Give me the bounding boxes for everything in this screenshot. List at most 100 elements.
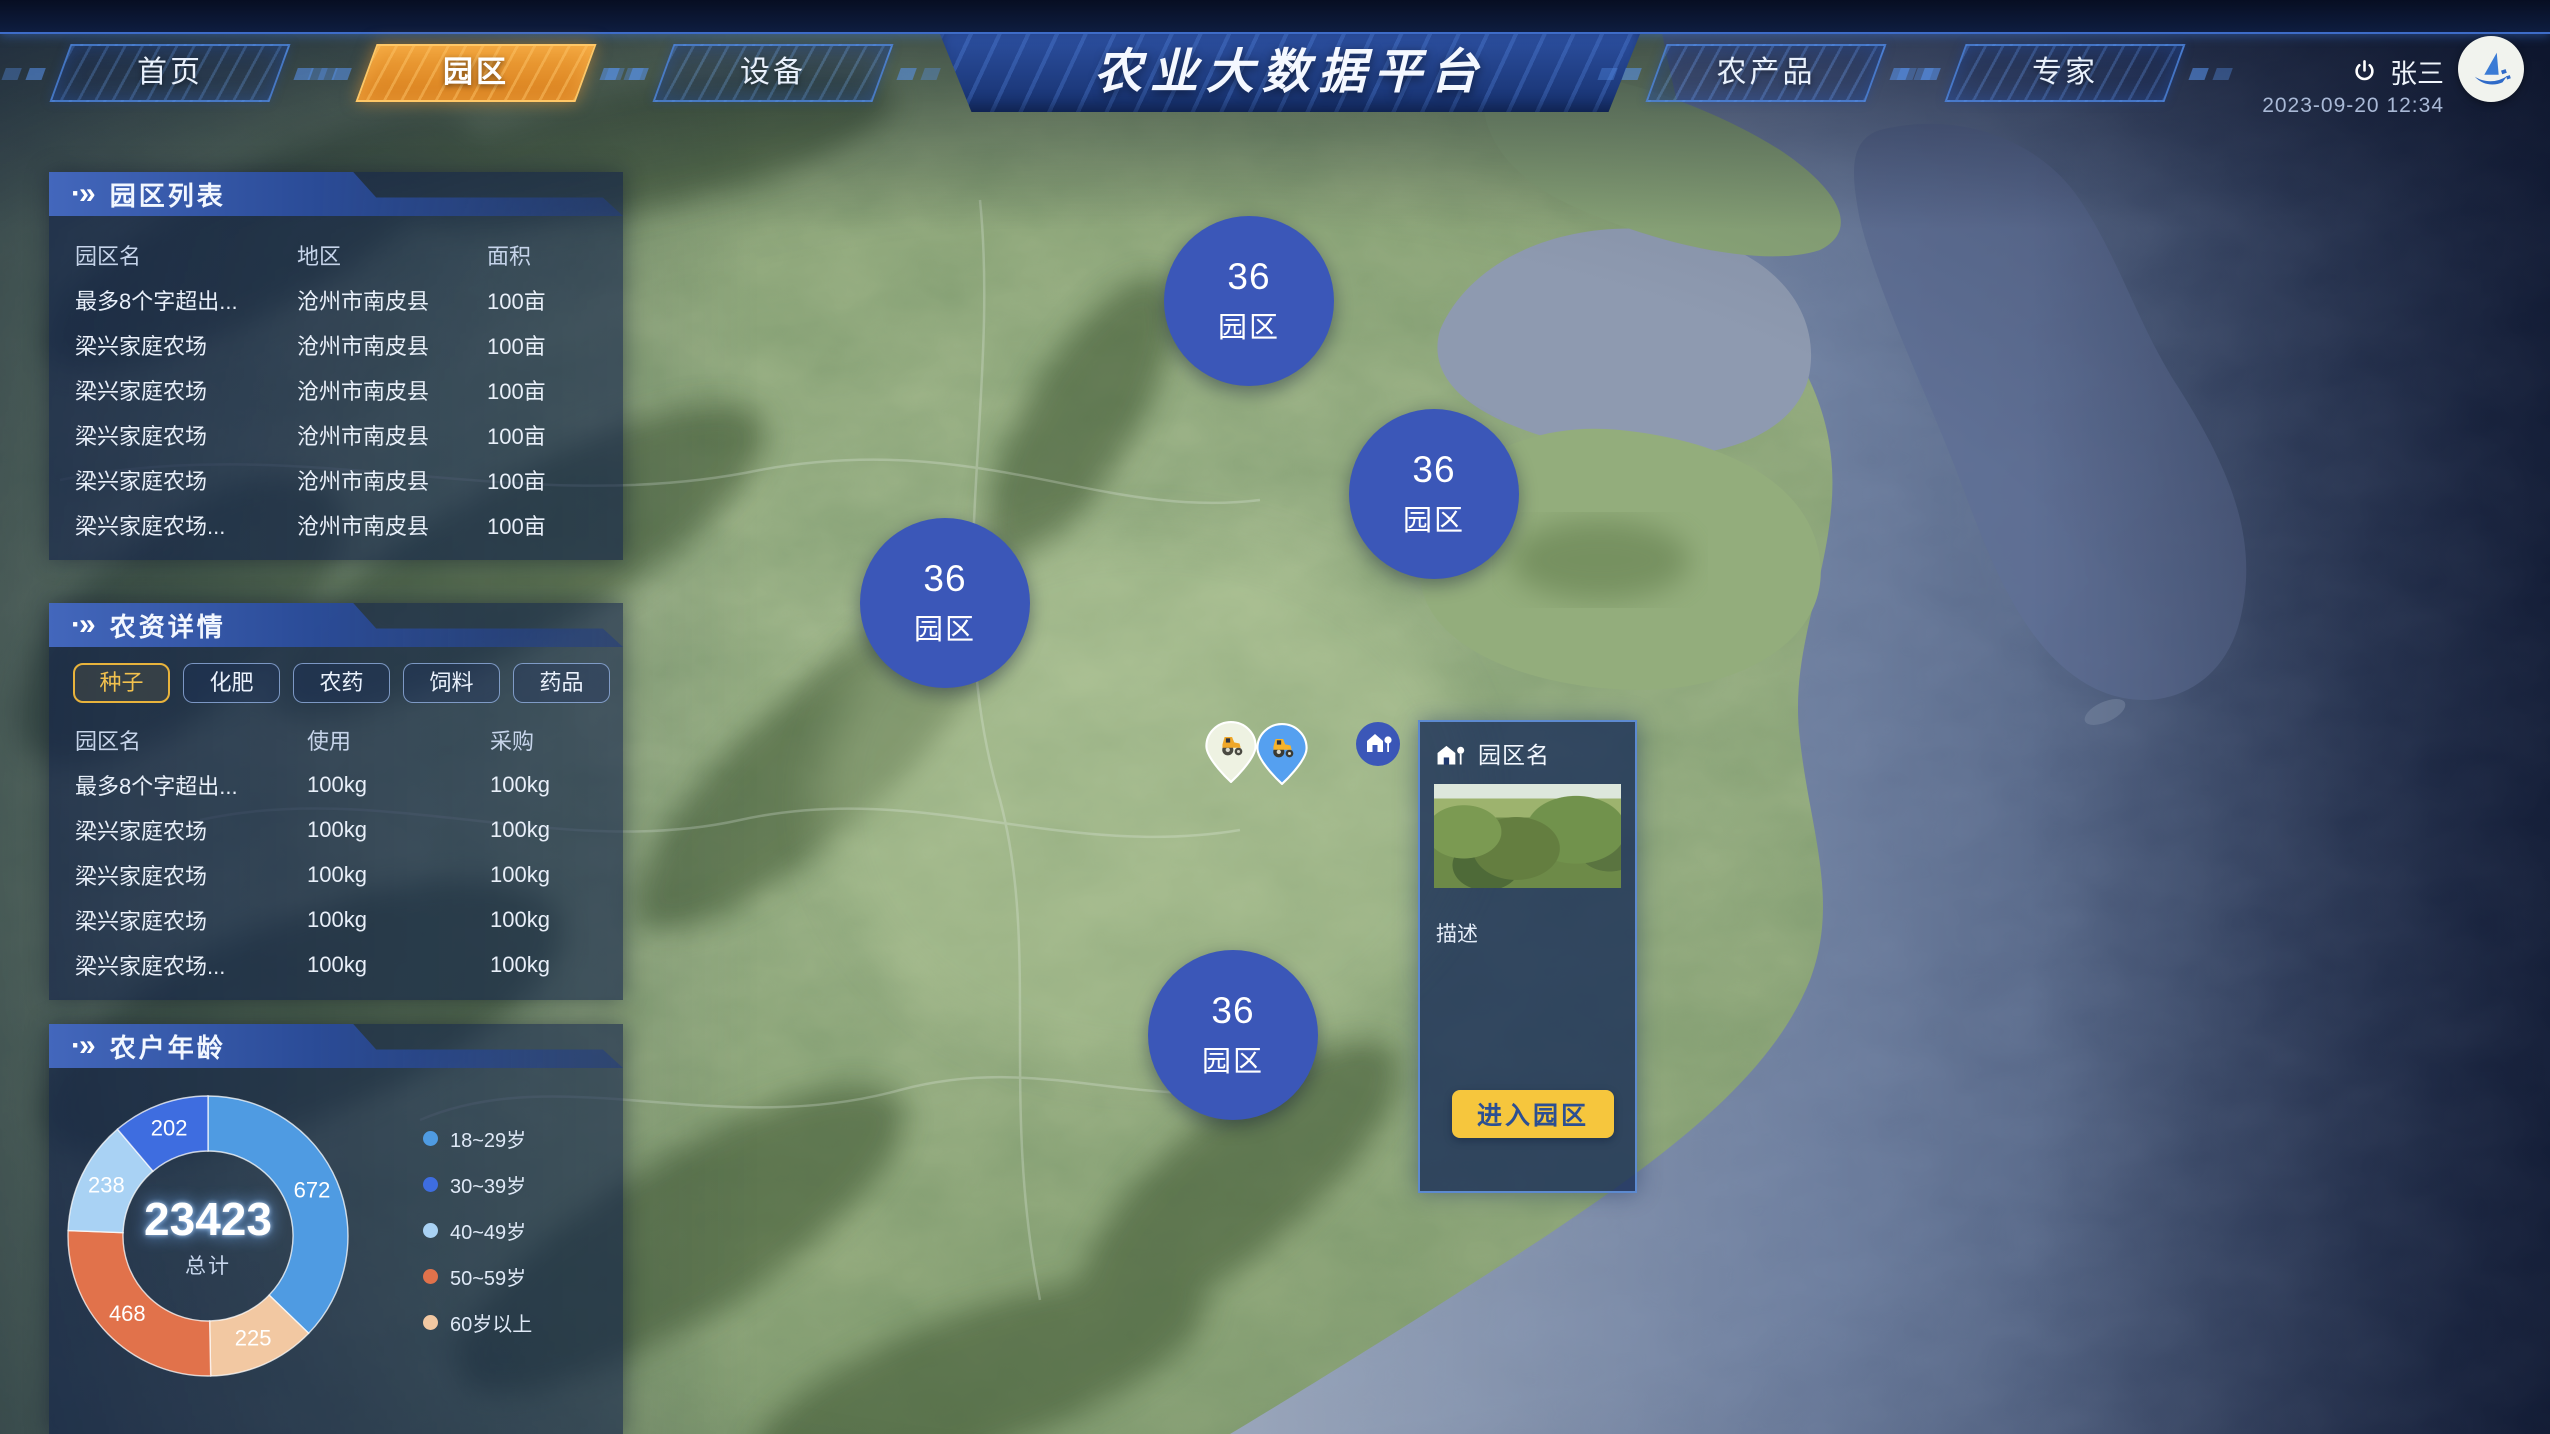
materials-header: 农资详情: [49, 603, 623, 647]
nav-item-experts[interactable]: 专家: [1944, 44, 2185, 102]
table-row[interactable]: 梁兴家庭农场100kg100kg: [49, 852, 623, 897]
table-cell: 100kg: [307, 772, 490, 798]
table-cell: 100亩: [487, 419, 623, 451]
table-row[interactable]: 最多8个字超出...沧州市南皮县100亩: [49, 277, 623, 322]
cluster-marker-0[interactable]: 36园区: [1164, 216, 1334, 386]
nav-item-devices[interactable]: 设备: [652, 44, 893, 102]
table-cell: 最多8个字超出...: [75, 769, 307, 801]
agriculture-dashboard: 农业大数据平台 首页 园区 设备 农产品 专家 张三 2023-09-20 12…: [0, 0, 2550, 1434]
legend-label: 30~39岁: [450, 1170, 526, 1199]
donut-value-label: 202: [151, 1116, 188, 1141]
table-cell: 梁兴家庭农场: [75, 329, 297, 361]
nav-item-home[interactable]: 首页: [49, 44, 290, 102]
panel-title: 农资详情: [110, 607, 226, 644]
table-cell: 梁兴家庭农场: [75, 814, 307, 846]
park-list-header: 园区列表: [49, 172, 623, 216]
power-icon[interactable]: [2351, 58, 2378, 85]
table-header-row: 园区名地区面积: [49, 232, 623, 277]
table-cell: 沧州市南皮县: [297, 374, 487, 406]
table-cell: 100kg: [490, 862, 623, 888]
datetime: 2023-09-20 12:34: [2262, 94, 2444, 118]
legend-label: 40~49岁: [450, 1216, 526, 1245]
cluster-marker-2[interactable]: 36 园区: [860, 518, 1030, 688]
farmer-age-donut-chart: 672225468238202: [58, 1086, 358, 1386]
table-row[interactable]: 梁兴家庭农场100kg100kg: [49, 897, 623, 942]
table-cell: 100kg: [307, 862, 490, 888]
nav-item-parks[interactable]: 园区: [355, 44, 596, 102]
legend-dot-icon: [423, 1131, 438, 1146]
enter-park-button[interactable]: 进入园区: [1452, 1090, 1614, 1138]
table-cell: 地区: [297, 239, 487, 271]
table-cell: 园区名: [75, 239, 297, 271]
donut-value-label: 672: [294, 1178, 331, 1203]
tab-农药[interactable]: 农药: [293, 663, 390, 703]
table-cell: 100kg: [307, 817, 490, 843]
tab-药品[interactable]: 药品: [513, 663, 610, 703]
table-cell: 梁兴家庭农场: [75, 904, 307, 936]
legend-item: 50~59岁: [423, 1265, 532, 1287]
tractor-pin-light[interactable]: [1205, 721, 1257, 788]
materials-tabs: 种子化肥农药饲料药品: [49, 647, 623, 703]
table-cell: 梁兴家庭农场...: [75, 949, 307, 981]
table-cell: 采购: [490, 724, 623, 756]
sailboat-logo: [2458, 36, 2524, 102]
legend-dot-icon: [423, 1223, 438, 1238]
table-row[interactable]: 梁兴家庭农场100kg100kg: [49, 807, 623, 852]
table-cell: 100亩: [487, 374, 623, 406]
farmstead-circle-pin[interactable]: [1355, 721, 1401, 772]
nav-label: 首页: [62, 46, 278, 100]
marker-count: 36: [1211, 990, 1254, 1032]
table-row[interactable]: 最多8个字超出...100kg100kg: [49, 762, 623, 807]
table-cell: 100kg: [490, 907, 623, 933]
table-row[interactable]: 梁兴家庭农场沧州市南皮县100亩: [49, 457, 623, 502]
table-row[interactable]: 梁兴家庭农场...沧州市南皮县100亩: [49, 502, 623, 547]
table-row[interactable]: 梁兴家庭农场...100kg100kg: [49, 942, 623, 987]
sailboat-icon: [2468, 46, 2514, 92]
nav-label: 农产品: [1658, 46, 1874, 100]
materials-panel: 农资详情 种子化肥农药饲料药品 园区名使用采购最多8个字超出...100kg10…: [49, 603, 623, 1000]
legend-dot-icon: [423, 1269, 438, 1284]
park-table: 园区名地区面积最多8个字超出...沧州市南皮县100亩梁兴家庭农场沧州市南皮县1…: [49, 232, 623, 547]
nav-item-products[interactable]: 农产品: [1645, 44, 1886, 102]
marker-label: 园区: [1403, 497, 1465, 539]
donut-value-label: 225: [235, 1325, 272, 1350]
table-row[interactable]: 梁兴家庭农场沧州市南皮县100亩: [49, 412, 623, 457]
table-cell: 100kg: [490, 952, 623, 978]
legend-label: 18~29岁: [450, 1124, 526, 1153]
table-cell: 沧州市南皮县: [297, 509, 487, 541]
double-chevron-icon: [71, 605, 94, 645]
panel-title: 农户年龄: [110, 1028, 226, 1065]
table-cell: 100亩: [487, 464, 623, 496]
tab-化肥[interactable]: 化肥: [183, 663, 280, 703]
tab-种子[interactable]: 种子: [73, 663, 170, 703]
legend-label: 60岁以上: [450, 1308, 532, 1337]
double-chevron-icon: [71, 174, 94, 214]
tractor-pin-blue[interactable]: [1256, 723, 1308, 790]
table-cell: 100kg: [490, 817, 623, 843]
nav-label: 专家: [1957, 46, 2173, 100]
table-cell: 梁兴家庭农场...: [75, 509, 297, 541]
title-banner: 农业大数据平台: [940, 34, 1640, 112]
table-cell: 100亩: [487, 284, 623, 316]
table-row[interactable]: 梁兴家庭农场沧州市南皮县100亩: [49, 322, 623, 367]
table-cell: 梁兴家庭农场: [75, 859, 307, 891]
table-row[interactable]: 梁兴家庭农场沧州市南皮县100亩: [49, 367, 623, 412]
cluster-marker-3[interactable]: 36 园区: [1148, 950, 1318, 1120]
nav-label: 园区: [368, 46, 584, 100]
table-cell: 面积: [487, 239, 623, 271]
marker-count: 36: [923, 558, 966, 600]
marker-label: 园区: [914, 606, 976, 648]
tab-饲料[interactable]: 饲料: [403, 663, 500, 703]
legend-item: 18~29岁: [423, 1127, 532, 1149]
top-strip: [0, 0, 2550, 34]
cluster-marker-1[interactable]: 36园区: [1349, 409, 1519, 579]
marker-label: 园区: [1202, 1038, 1264, 1080]
user-name: 张三: [2390, 52, 2444, 91]
legend-dot-icon: [423, 1315, 438, 1330]
table-cell: 100kg: [307, 952, 490, 978]
park-popup-card: 园区名 描述 进入园区: [1418, 720, 1637, 1193]
materials-table: 园区名使用采购最多8个字超出...100kg100kg梁兴家庭农场100kg10…: [49, 717, 623, 987]
table-cell: 沧州市南皮县: [297, 419, 487, 451]
legend-dot-icon: [423, 1177, 438, 1192]
table-cell: 沧州市南皮县: [297, 464, 487, 496]
